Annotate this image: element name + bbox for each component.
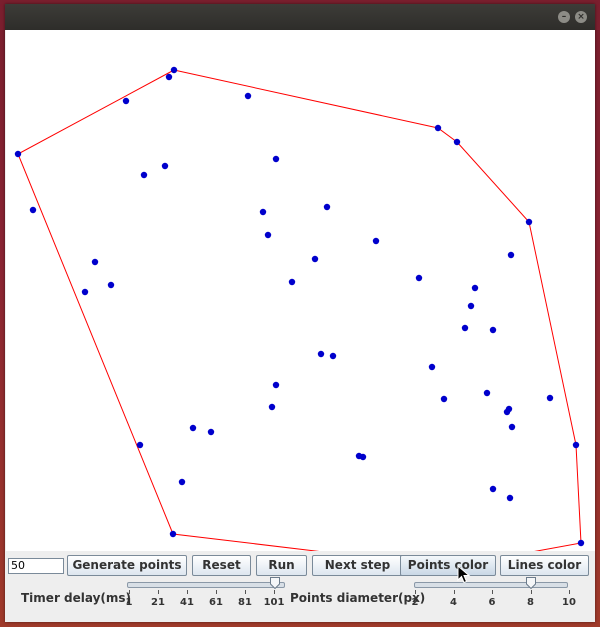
point [207,428,215,436]
diameter-tick-label: 10 [562,597,576,608]
timer-tick [216,590,217,594]
diameter-tick-label: 8 [527,597,534,608]
point [372,237,380,245]
point [136,441,144,449]
point [244,92,252,100]
timer-tick [274,590,275,594]
timer-tick [158,590,159,594]
drawing-canvas[interactable] [6,30,595,571]
point [503,408,511,416]
point [161,162,169,170]
next-step-button[interactable]: Next step [312,555,403,576]
point [415,274,423,282]
point [259,208,267,216]
point [81,288,89,296]
point [317,350,325,358]
timer-tick-label: 21 [151,597,165,608]
point [165,73,173,81]
point [508,423,516,431]
run-button[interactable]: Run [256,555,307,576]
point [169,530,177,538]
point [107,281,115,289]
point [323,203,331,211]
timer-tick-label: 61 [209,597,223,608]
point [170,66,178,74]
timer-delay-label: Timer delay(ms) [21,591,132,605]
point [434,124,442,132]
point [29,206,37,214]
diameter-tick [415,590,416,594]
point [546,394,554,402]
point [483,389,491,397]
timer-delay-slider[interactable] [127,582,285,588]
diameter-tick-label: 6 [488,597,496,608]
points-diameter-slider[interactable] [414,582,568,588]
diameter-tick [530,590,532,594]
timer-tick-label: 1 [125,597,133,608]
diameter-tick [492,590,493,594]
point [311,255,319,263]
timer-tick [187,590,188,594]
close-button[interactable]: × [575,11,587,23]
point [272,155,280,163]
point [140,171,148,179]
point [440,395,448,403]
point [264,231,272,239]
timer-tick-label: 81 [238,597,252,608]
reset-button[interactable]: Reset [192,555,251,576]
point [428,363,436,371]
point [507,251,515,259]
mouse-cursor-icon [457,565,471,584]
timer-slider-thumb[interactable] [270,577,280,589]
title-bar: – × [5,4,595,30]
point [268,403,276,411]
points-count-input[interactable] [8,558,64,574]
point [189,424,197,432]
timer-tick-label: 41 [180,597,194,608]
timer-tick [245,590,246,594]
diameter-tick [453,590,455,594]
point [91,258,99,266]
minimize-button[interactable]: – [558,11,570,23]
app-window: – × Generate points Reset Run Next step … [5,4,595,622]
diameter-tick-label: 4 [450,597,457,608]
timer-tick-label: 101 [263,597,285,608]
point [14,150,22,158]
point [489,326,497,334]
generate-points-button[interactable]: Generate points [67,555,187,576]
point [489,485,497,493]
point [288,278,296,286]
diameter-slider-thumb[interactable] [526,577,536,589]
point [525,218,533,226]
point [122,97,130,105]
point [453,138,461,146]
point [272,381,280,389]
timer-tick [129,590,130,594]
control-panel: Generate points Reset Run Next step Poin… [5,551,595,622]
convex-hull-plot [14,66,585,571]
diameter-tick-label: 2 [411,597,419,608]
lines-color-button[interactable]: Lines color [500,555,589,576]
point [359,453,367,461]
point [467,302,475,310]
point [178,478,186,486]
point [506,494,514,502]
point [577,539,585,547]
point [471,284,479,292]
points-color-button[interactable]: Points color [400,555,496,576]
convex-hull-line [17,69,582,568]
point [572,441,580,449]
diameter-tick [569,590,570,594]
point [461,324,469,332]
point [329,352,337,360]
